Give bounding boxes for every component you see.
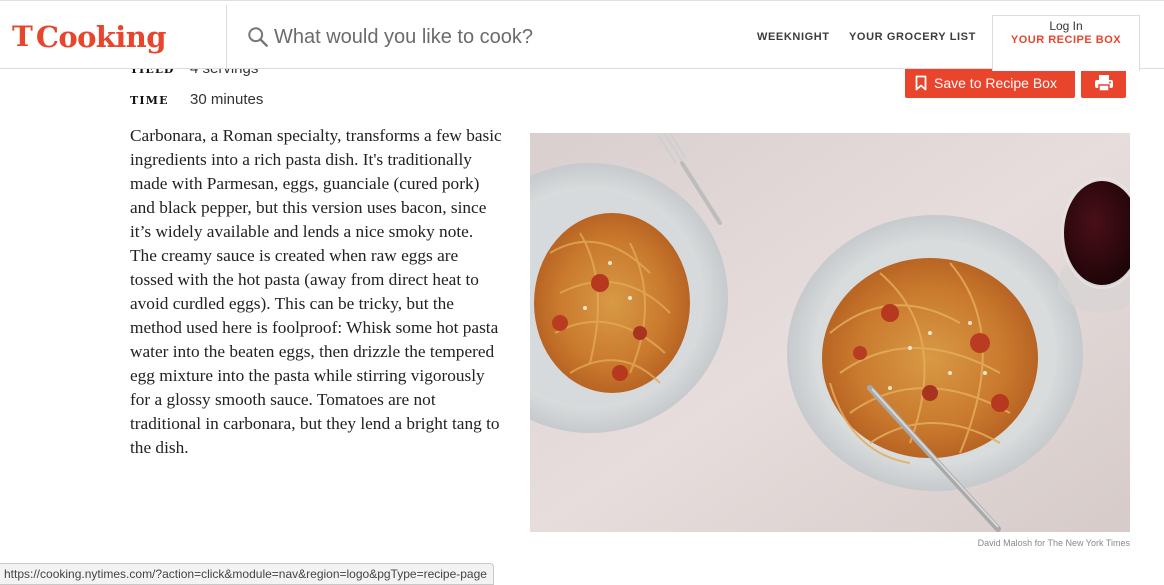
print-button[interactable] [1081,67,1126,98]
recipe-time: TIME 30 minutes [130,91,263,108]
save-to-recipe-box-button[interactable]: Save to Recipe Box [905,67,1075,98]
site-header: T Cooking WEEKNIGHT YOUR GROCERY LIST Lo… [0,0,1164,71]
nyt-cooking-logo[interactable]: T Cooking [12,19,166,55]
search-icon [248,27,268,47]
photo-credit: David Malosh for The New York Times [977,538,1130,548]
bookmark-icon [915,75,927,90]
time-label: TIME [130,94,169,107]
time-value: 30 minutes [190,91,264,108]
recipe-box-link[interactable]: YOUR RECIPE BOX [993,34,1139,46]
account-menu: Log In YOUR RECIPE BOX [992,15,1140,71]
search-bar[interactable] [226,5,721,69]
logo-mark: T [12,20,33,53]
login-link[interactable]: Log In [993,19,1139,33]
recipe-description: Carbonara, a Roman specialty, transforms… [130,126,502,457]
print-icon [1094,74,1113,92]
search-input[interactable] [274,25,694,49]
save-button-label: Save to Recipe Box [934,74,1057,91]
nav-grocery-list-link[interactable]: YOUR GROCERY LIST [849,31,976,43]
recipe-photo [530,133,1130,532]
browser-status-bar: https://cooking.nytimes.com/?action=clic… [0,563,494,585]
nav-weeknight-link[interactable]: WEEKNIGHT [757,31,830,43]
logo-text: Cooking [35,19,167,54]
